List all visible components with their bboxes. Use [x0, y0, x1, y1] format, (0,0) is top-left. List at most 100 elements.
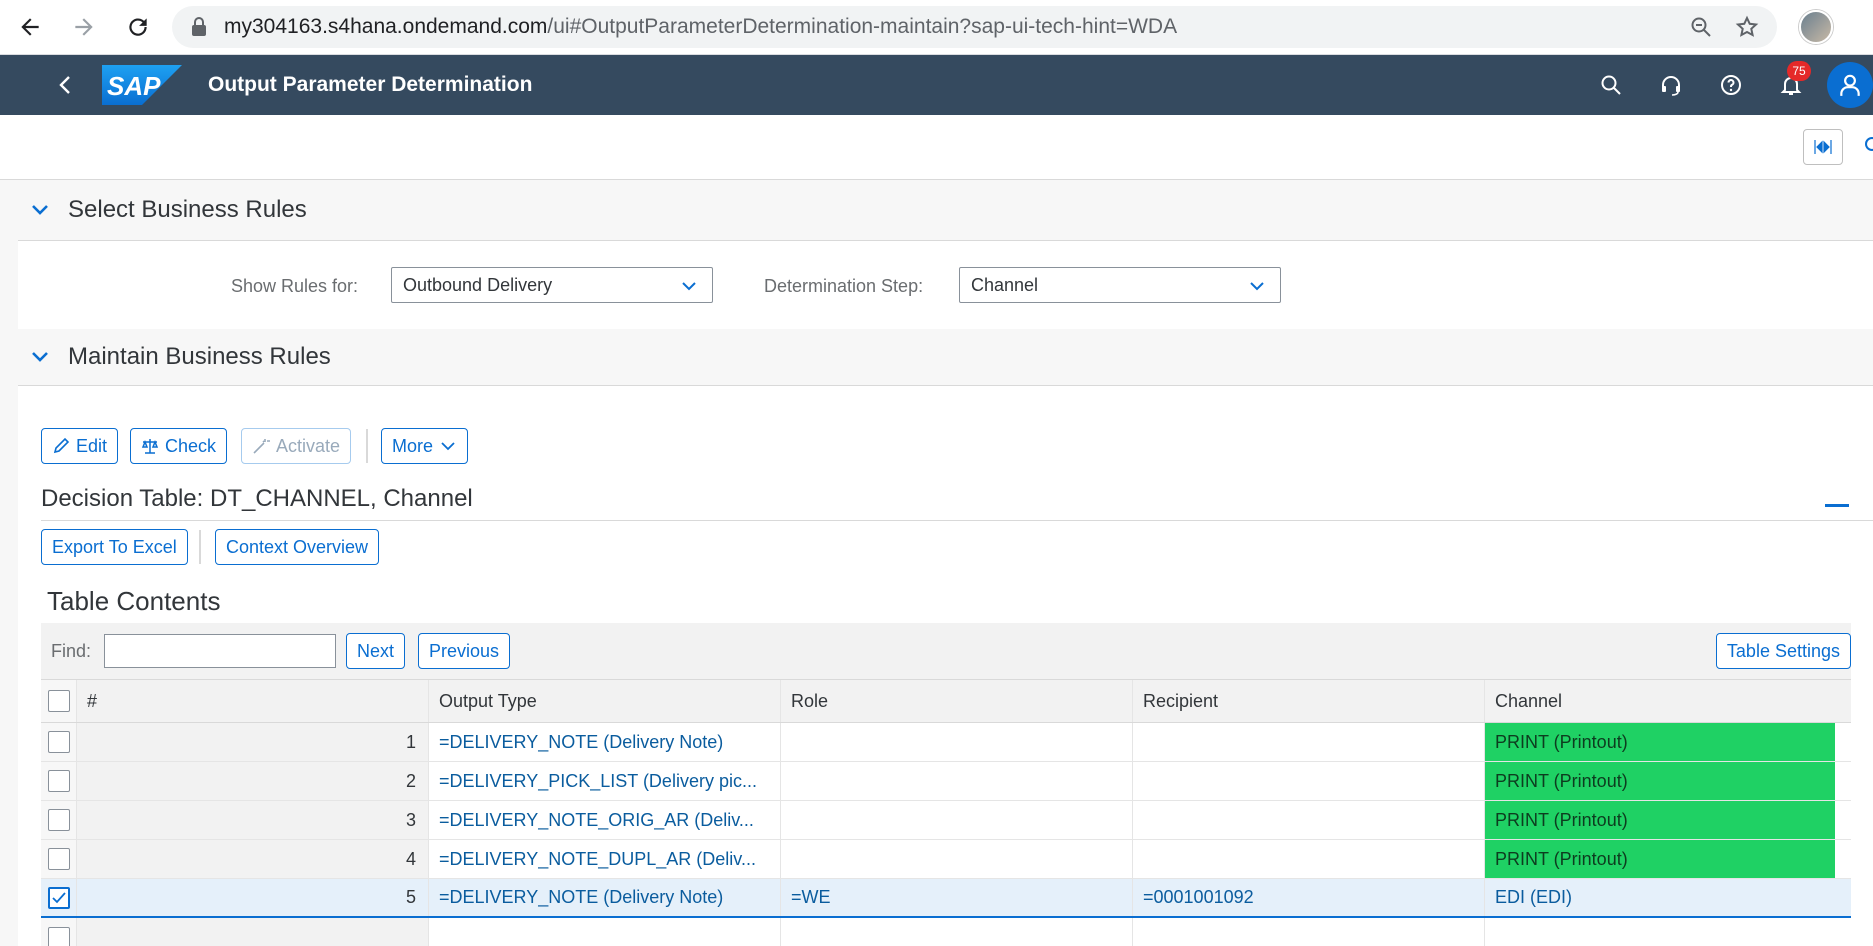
show-rules-label: Show Rules for: [231, 276, 359, 296]
pencil-icon [53, 437, 70, 454]
column-header-role[interactable]: Role [781, 680, 1133, 722]
recipient-cell[interactable]: =0001001092 [1133, 879, 1485, 916]
export-to-excel-button[interactable]: Export To Excel [41, 529, 188, 565]
row-select-cell [41, 918, 77, 946]
balance-scale-icon [141, 439, 159, 454]
row-checkbox[interactable] [47, 926, 70, 946]
divider [41, 520, 1873, 521]
row-select-cell [41, 879, 77, 916]
shell-bar: SAP Output Parameter Determination 75 [0, 55, 1873, 115]
row-checkbox[interactable] [47, 731, 70, 753]
table-row-selected[interactable]: 5 =DELIVERY_NOTE (Delivery Note) =WE =00… [41, 879, 1851, 918]
back-arrow-icon[interactable] [6, 3, 54, 51]
edit-label: Edit [76, 435, 108, 456]
search-icon[interactable] [1581, 55, 1641, 115]
recipient-cell[interactable] [1133, 723, 1485, 761]
table-contents-title: Table Contents [47, 586, 221, 616]
output-type-cell[interactable]: =DELIVERY_NOTE_DUPL_AR (Deliv... [429, 840, 781, 878]
app-title: Output Parameter Determination [208, 73, 533, 96]
star-bookmark-icon[interactable] [1735, 15, 1759, 39]
table-row[interactable]: 2 =DELIVERY_PICK_LIST (Delivery pic... P… [41, 762, 1851, 801]
output-type-cell[interactable]: =DELIVERY_NOTE_ORIG_AR (Deliv... [429, 801, 781, 839]
previous-button[interactable]: Previous [418, 633, 511, 669]
more-label: More [392, 435, 434, 456]
column-header-channel[interactable]: Channel [1485, 680, 1835, 722]
context-label: Context Overview [226, 536, 369, 557]
user-avatar[interactable] [1827, 62, 1873, 108]
svg-text:SAP: SAP [107, 71, 161, 101]
checkmark-icon [51, 891, 66, 903]
reload-icon[interactable] [114, 3, 162, 51]
role-cell[interactable] [781, 840, 1133, 878]
recipient-cell[interactable] [1133, 801, 1485, 839]
chevron-down-icon [32, 205, 48, 215]
table-row[interactable]: 3 =DELIVERY_NOTE_ORIG_AR (Deliv... PRINT… [41, 801, 1851, 840]
channel-cell[interactable]: PRINT (Printout) [1485, 840, 1835, 878]
role-cell[interactable] [781, 762, 1133, 800]
headset-support-icon[interactable] [1641, 55, 1701, 115]
role-cell[interactable] [781, 918, 1133, 946]
edit-button[interactable]: Edit [41, 428, 119, 464]
sap-logo[interactable]: SAP [102, 65, 182, 105]
channel-cell[interactable]: PRINT (Printout) [1485, 762, 1835, 800]
column-header-recipient[interactable]: Recipient [1133, 680, 1485, 722]
context-overview-button[interactable]: Context Overview [215, 529, 380, 565]
column-header-number[interactable]: # [77, 680, 429, 722]
user-icon [1840, 74, 1860, 96]
table-row-empty[interactable] [41, 918, 1851, 946]
find-input[interactable] [104, 634, 336, 668]
row-select-cell [41, 723, 77, 761]
column-header-output-type[interactable]: Output Type [429, 680, 781, 722]
role-cell[interactable]: =WE [781, 879, 1133, 916]
url-path: /ui#OutputParameterDetermination-maintai… [547, 15, 1178, 38]
row-checkbox-checked[interactable] [47, 886, 70, 909]
row-checkbox[interactable] [47, 809, 70, 831]
table-settings-button[interactable]: Table Settings [1715, 633, 1851, 669]
maintain-rules-section-header[interactable]: Maintain Business Rules [0, 329, 1873, 385]
select-all-checkbox[interactable] [47, 690, 70, 712]
row-number: 5 [77, 879, 429, 916]
recipient-cell[interactable] [1133, 762, 1485, 800]
determination-step-label: Determination Step: [764, 276, 924, 296]
output-type-cell[interactable]: =DELIVERY_NOTE (Delivery Note) [429, 723, 781, 761]
partial-icon [1865, 137, 1873, 151]
output-type-cell[interactable]: =DELIVERY_PICK_LIST (Delivery pic... [429, 762, 781, 800]
minimize-icon[interactable] [1825, 504, 1849, 507]
show-rules-select[interactable]: Outbound Delivery [391, 267, 713, 303]
notifications-bell-icon[interactable]: 75 [1761, 55, 1821, 115]
forward-arrow-icon[interactable] [60, 3, 108, 51]
determination-step-select[interactable]: Channel [959, 267, 1281, 303]
chevron-down-icon [32, 352, 48, 362]
decision-table-grid: # Output Type Role Recipient Channel 1 =… [41, 679, 1851, 946]
output-type-cell[interactable] [429, 918, 781, 946]
recipient-cell[interactable] [1133, 840, 1485, 878]
browser-profile-avatar[interactable] [1799, 10, 1833, 44]
activate-button[interactable]: Activate [241, 428, 352, 464]
address-bar[interactable]: my304163.s4hana.ondemand.com/ui#OutputPa… [172, 6, 1777, 48]
row-checkbox[interactable] [47, 770, 70, 792]
lock-icon [192, 17, 206, 36]
recipient-cell[interactable] [1133, 918, 1485, 946]
output-type-cell[interactable]: =DELIVERY_NOTE (Delivery Note) [429, 879, 781, 916]
zoom-out-icon[interactable] [1689, 15, 1713, 39]
table-row[interactable]: 4 =DELIVERY_NOTE_DUPL_AR (Deliv... PRINT… [41, 840, 1851, 879]
chevron-down-icon [682, 282, 696, 291]
table-row[interactable]: 1 =DELIVERY_NOTE (Delivery Note) PRINT (… [41, 723, 1851, 762]
select-rules-section-header[interactable]: Select Business Rules [0, 180, 1873, 240]
row-checkbox[interactable] [47, 848, 70, 870]
check-button[interactable]: Check [130, 428, 228, 464]
role-cell[interactable] [781, 801, 1133, 839]
channel-cell[interactable]: PRINT (Printout) [1485, 801, 1835, 839]
channel-cell[interactable]: EDI (EDI) [1485, 879, 1835, 916]
show-rules-value: Outbound Delivery [403, 274, 553, 295]
collapse-panel-button[interactable] [1803, 129, 1843, 165]
channel-cell[interactable]: PRINT (Printout) [1485, 723, 1835, 761]
more-button[interactable]: More [381, 428, 469, 464]
channel-cell[interactable] [1485, 918, 1835, 946]
help-icon[interactable] [1701, 55, 1761, 115]
toolbar-separator [366, 429, 368, 463]
role-cell[interactable] [781, 723, 1133, 761]
shell-back-icon[interactable] [46, 65, 86, 105]
next-button[interactable]: Next [346, 633, 406, 669]
find-toolbar: Find: Next Previous Table Settings [41, 623, 1851, 679]
